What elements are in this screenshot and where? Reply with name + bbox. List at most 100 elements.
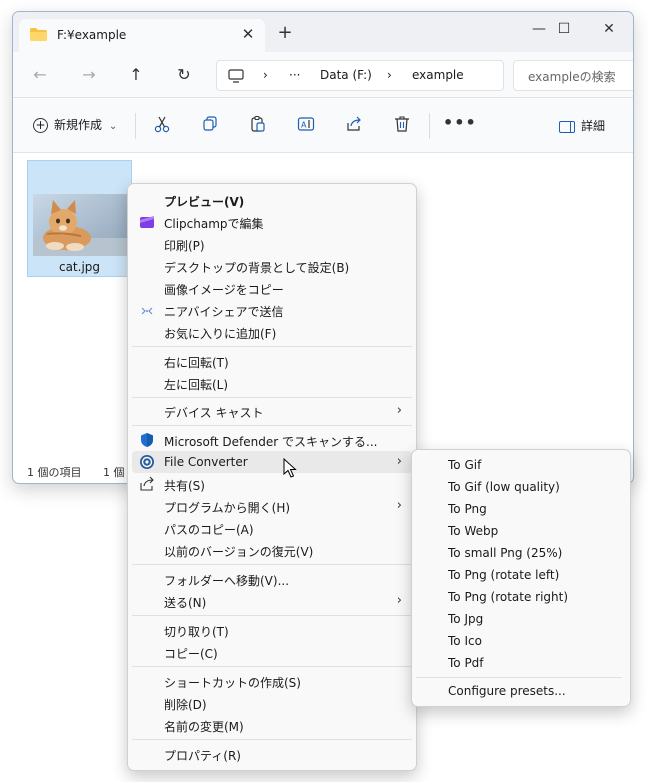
menu-item-move-to-folder[interactable]: フォルダーへ移動(V)... [132, 568, 412, 590]
submenu-item-label: To Gif [448, 458, 482, 472]
menu-item-set-desktop-background[interactable]: デスクトップの背景として設定(B) [132, 255, 412, 277]
submenu-item-to-gif[interactable]: To Gif [416, 454, 626, 476]
delete-icon[interactable] [391, 115, 413, 137]
chevron-down-icon: ⌄ [108, 121, 118, 132]
menu-item-nearby-share[interactable]: ニアバイシェアで送信 [132, 299, 412, 321]
submenu-separator [416, 677, 622, 678]
submenu-item-to-pdf[interactable]: To Pdf [416, 652, 626, 674]
share-icon[interactable] [343, 115, 365, 137]
file-item-cat[interactable]: cat.jpg [27, 160, 132, 277]
menu-item-label: 共有(S) [164, 479, 205, 493]
menu-item-label: 右に回転(T) [164, 356, 229, 370]
menu-item-label: 左に回転(L) [164, 378, 229, 392]
menu-item-restore-previous[interactable]: 以前のバージョンの復元(V) [132, 539, 412, 561]
menu-item-copy[interactable]: コピー(C) [132, 641, 412, 663]
submenu-item-label: To Pdf [448, 656, 484, 670]
copy-icon[interactable] [199, 115, 221, 137]
menu-item-label: パスのコピー(A) [164, 523, 254, 537]
menu-item-open-with[interactable]: プログラムから開く(H) › [132, 495, 412, 517]
close-button[interactable]: ✕ [589, 16, 629, 42]
file-converter-submenu: To Gif To Gif (low quality) To Png To We… [411, 449, 631, 707]
menu-item-rotate-right[interactable]: 右に回転(T) [132, 350, 412, 372]
menu-item-label: デバイス キャスト [164, 406, 264, 420]
breadcrumb-example[interactable]: example [412, 68, 464, 82]
forward-button[interactable]: → [77, 64, 101, 86]
more-options-button[interactable]: ••• [443, 113, 477, 132]
submenu-item-to-png[interactable]: To Png [416, 498, 626, 520]
refresh-button[interactable]: ↻ [172, 64, 196, 86]
submenu-item-to-gif-low[interactable]: To Gif (low quality) [416, 476, 626, 498]
menu-item-file-converter[interactable]: File Converter › [132, 451, 412, 473]
breadcrumb-ellipsis[interactable]: ··· [289, 68, 300, 82]
submenu-item-to-jpg[interactable]: To Jpg [416, 608, 626, 630]
cut-icon[interactable] [151, 115, 173, 137]
plus-icon: + [33, 118, 48, 133]
new-button[interactable]: + 新規作成 ⌄ [33, 116, 117, 138]
paste-icon[interactable] [247, 115, 269, 137]
submenu-item-to-ico[interactable]: To Ico [416, 630, 626, 652]
up-button[interactable]: ↑ [124, 64, 148, 86]
menu-item-create-shortcut[interactable]: ショートカットの作成(S) [132, 670, 412, 692]
maximize-button[interactable]: ☐ [544, 16, 584, 42]
details-button[interactable]: 詳細 [559, 117, 605, 134]
submenu-item-configure-presets[interactable]: Configure presets... [416, 680, 626, 702]
chevron-right-icon: › [396, 593, 402, 608]
menu-item-share[interactable]: 共有(S) [132, 473, 412, 495]
clipchamp-icon [140, 216, 154, 228]
menu-item-preview[interactable]: プレビュー(V) [132, 189, 412, 211]
tab-example[interactable]: F:¥example ✕ [19, 19, 265, 52]
menu-item-rename[interactable]: 名前の変更(M) [132, 714, 412, 736]
toolbar-divider [429, 113, 430, 139]
menu-item-device-cast[interactable]: デバイス キャスト › [132, 400, 412, 422]
menu-separator [132, 425, 412, 426]
tab-title: F:¥example [57, 28, 127, 42]
chevron-right-icon: › [396, 454, 402, 469]
nearby-share-icon [141, 307, 153, 315]
menu-item-defender-scan[interactable]: Microsoft Defender でスキャンする... [132, 429, 412, 451]
menu-item-clipchamp[interactable]: Clipchampで編集 [132, 211, 412, 233]
menu-item-copy-image[interactable]: 画像イメージをコピー [132, 277, 412, 299]
mouse-cursor-icon [283, 458, 297, 478]
defender-shield-icon [141, 433, 153, 447]
menu-item-properties[interactable]: プロパティ(R) [132, 743, 412, 765]
menu-item-label: ショートカットの作成(S) [164, 676, 301, 690]
menu-item-rotate-left[interactable]: 左に回転(L) [132, 372, 412, 394]
menu-item-label: 削除(D) [164, 698, 207, 712]
menu-item-add-favorite[interactable]: お気に入りに追加(F) [132, 321, 412, 343]
menu-item-cut[interactable]: 切り取り(T) [132, 619, 412, 641]
search-input[interactable]: exampleの検索 [513, 60, 633, 91]
submenu-item-to-png-rotate-left[interactable]: To Png (rotate left) [416, 564, 626, 586]
menu-item-label: Microsoft Defender でスキャンする... [164, 435, 378, 449]
submenu-item-label: To Png [448, 502, 487, 516]
menu-item-print[interactable]: 印刷(P) [132, 233, 412, 255]
cat-thumbnail-image [33, 194, 127, 256]
submenu-item-to-webp[interactable]: To Webp [416, 520, 626, 542]
submenu-item-label: Configure presets... [448, 684, 566, 698]
title-bar: F:¥example ✕ + — ☐ ✕ [13, 12, 633, 52]
menu-item-label: ニアバイシェアで送信 [164, 305, 284, 319]
submenu-item-to-png-rotate-right[interactable]: To Png (rotate right) [416, 586, 626, 608]
menu-separator [132, 564, 412, 565]
monitor-icon [228, 69, 244, 83]
file-converter-icon [140, 455, 154, 469]
rename-icon[interactable]: A [295, 115, 317, 137]
submenu-item-label: To Gif (low quality) [448, 480, 560, 494]
menu-item-send-to[interactable]: 送る(N) › [132, 590, 412, 612]
folder-icon [30, 28, 47, 41]
menu-item-copy-path[interactable]: パスのコピー(A) [132, 517, 412, 539]
chevron-right-icon: › [396, 403, 402, 418]
breadcrumb-data-drive[interactable]: Data (F:) [320, 68, 372, 82]
submenu-item-label: To Webp [448, 524, 499, 538]
submenu-item-to-small-png[interactable]: To small Png (25%) [416, 542, 626, 564]
menu-item-delete[interactable]: 削除(D) [132, 692, 412, 714]
menu-item-label: 以前のバージョンの復元(V) [164, 545, 314, 559]
breadcrumb[interactable]: › ··· Data (F:) › example [216, 60, 504, 91]
svg-text:A: A [301, 121, 307, 130]
menu-item-label: 送る(N) [164, 596, 207, 610]
new-tab-button[interactable]: + [275, 22, 295, 44]
details-pane-icon [559, 120, 575, 133]
tab-close-icon[interactable]: ✕ [239, 24, 257, 44]
menu-item-label: 印刷(P) [164, 239, 205, 253]
back-button[interactable]: ← [28, 64, 52, 86]
submenu-item-label: To Ico [448, 634, 482, 648]
